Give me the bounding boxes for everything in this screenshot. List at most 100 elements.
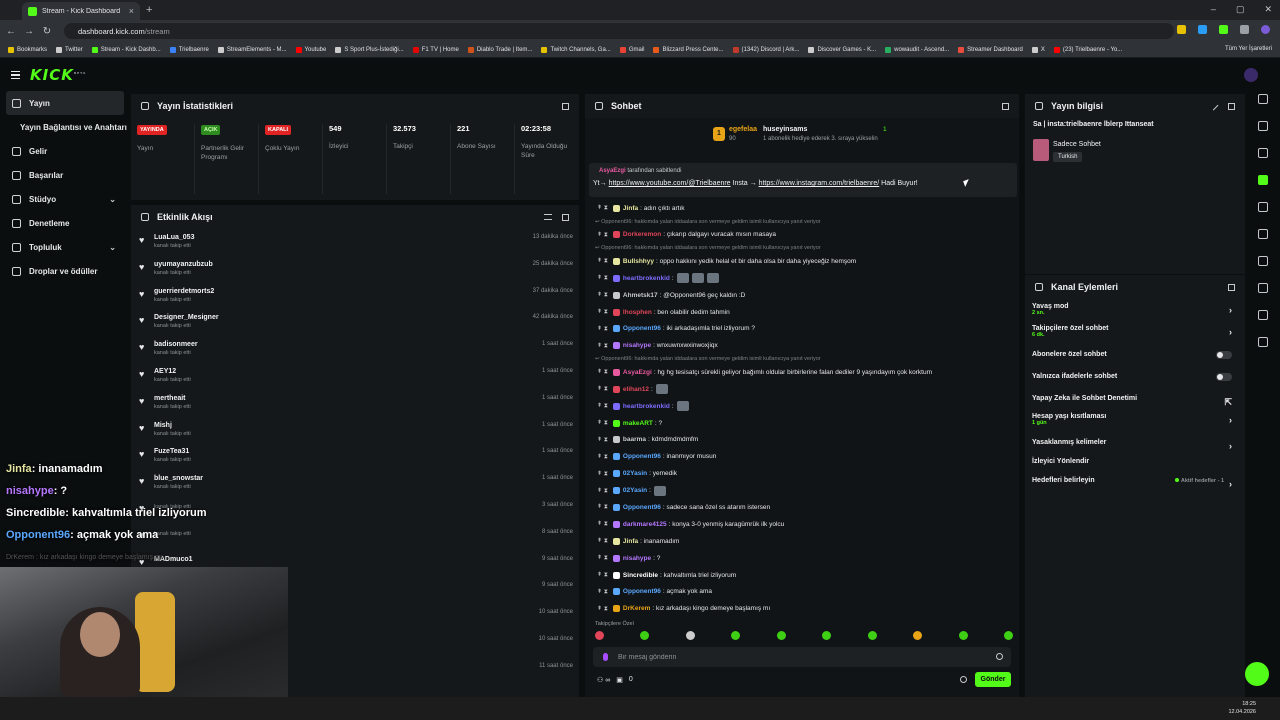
chevron-right-icon[interactable]: ›: [1229, 479, 1232, 489]
bookmark[interactable]: (23) Trielbaenre - Yo...: [1053, 46, 1122, 53]
bookmark[interactable]: (1342) Discord | Ark...: [732, 46, 799, 53]
user-avatar[interactable]: [1244, 68, 1258, 82]
mod-tools-icon[interactable]: ⇞ ⧗: [597, 520, 608, 528]
send-button[interactable]: Gönder: [975, 672, 1011, 687]
activity-username[interactable]: badisonmeer: [154, 341, 198, 348]
mod-tools-icon[interactable]: ⇞ ⧗: [597, 385, 608, 393]
browser-tab[interactable]: Stream - Kick Dashboard ×: [22, 2, 140, 20]
mod-tools-icon[interactable]: ⇞ ⧗: [597, 554, 608, 562]
mod-tools-icon[interactable]: ⇞ ⧗: [597, 308, 608, 316]
popout-icon[interactable]: [562, 102, 569, 110]
channel-action[interactable]: Yasaklanmış kelimeler ›: [1032, 439, 1238, 451]
sidebar-item[interactable]: Başarılar: [0, 163, 130, 187]
activity-username[interactable]: mertheait: [154, 395, 191, 402]
chat-icon[interactable]: [1258, 229, 1268, 239]
bookmark[interactable]: Blizzard Press Cente...: [653, 46, 724, 53]
menu-icon[interactable]: [11, 69, 20, 82]
chat-username[interactable]: heartbrokenkid: [623, 275, 670, 282]
profile-icon[interactable]: [1261, 25, 1270, 34]
popout-icon[interactable]: [1002, 102, 1009, 110]
minimize-icon[interactable]: –: [1211, 4, 1216, 15]
puzzle-icon[interactable]: [1240, 25, 1249, 34]
toggle-switch[interactable]: [1216, 351, 1232, 359]
sidebar-item[interactable]: Droplar ve ödüller: [0, 259, 130, 283]
bookmark[interactable]: Streamer Dashboard: [958, 46, 1023, 53]
chat-username[interactable]: Sincredible: [623, 572, 658, 579]
activity-username[interactable]: LuaLua_053: [154, 234, 194, 241]
chat-username[interactable]: baarma: [623, 436, 646, 443]
bookmark[interactable]: Gmail: [619, 46, 644, 53]
chat-username[interactable]: AsyaEzgi: [623, 369, 652, 376]
mod-tools-icon[interactable]: ⇞ ⧗: [597, 487, 608, 495]
mod-tools-icon[interactable]: ⇞ ⧗: [597, 291, 608, 299]
camera-icon[interactable]: [1258, 148, 1268, 158]
popout-icon[interactable]: [1228, 283, 1235, 291]
emote-icon[interactable]: [640, 631, 650, 640]
reload-icon[interactable]: ↻: [40, 26, 54, 37]
channel-action[interactable]: Hesap yaşı kısıtlaması 1 gün ›: [1032, 413, 1238, 426]
bookmark[interactable]: F1 TV | Home: [412, 46, 459, 53]
chat-username[interactable]: Opponent96: [623, 325, 661, 332]
pinned-link[interactable]: https://www.youtube.com/@Trielbaenre: [609, 180, 731, 187]
nodes-icon[interactable]: [1258, 337, 1268, 347]
emote-icon[interactable]: [595, 631, 604, 640]
chat-username[interactable]: Jinfa: [623, 205, 638, 212]
extension-icon[interactable]: [1219, 25, 1228, 34]
extension-icon[interactable]: [1198, 25, 1207, 34]
mod-tools-icon[interactable]: ⇞ ⧗: [597, 588, 608, 596]
channel-action[interactable]: Hedefleri belirleyin › Aktif hedefler - 1: [1032, 477, 1238, 489]
filter-icon[interactable]: [544, 214, 552, 220]
chat-username[interactable]: Bullshhyy: [623, 258, 654, 265]
sidebar-item[interactable]: Stüdyo ⌄: [0, 187, 130, 211]
channel-action[interactable]: Yapay Zeka ile Sohbet Denetimi ⇱: [1032, 395, 1238, 407]
chat-username[interactable]: nisahype: [623, 342, 651, 349]
chat-username[interactable]: Jinfa: [623, 538, 638, 545]
chat-username[interactable]: Opponent96: [623, 504, 661, 511]
emote-icon[interactable]: [913, 631, 923, 640]
mod-tools-icon[interactable]: ⇞ ⧗: [597, 231, 608, 239]
mod-tools-icon[interactable]: ⇞ ⧗: [597, 419, 608, 427]
bookmark[interactable]: Diablo Trade | Item...: [467, 46, 532, 53]
pinned-message[interactable]: AsyaEzgi tarafından sabitlendi Yt→ https…: [589, 163, 1017, 197]
channel-action[interactable]: Takipçilere özel sohbet 6 dk. ›: [1032, 325, 1238, 338]
chat-username[interactable]: DrKerem: [623, 605, 650, 612]
activity-username[interactable]: uyumayanzubzub: [154, 261, 213, 268]
chat-username[interactable]: elihan12: [623, 386, 649, 393]
gift-leaderboard[interactable]: 1 egefelaa 90 huseyinsams 1 1 abonelik h…: [585, 120, 1019, 150]
mod-tools-icon[interactable]: ⇞ ⧗: [597, 204, 608, 212]
mod-tools-icon[interactable]: ⇞ ⧗: [597, 436, 608, 444]
toggle-switch[interactable]: [1216, 373, 1232, 381]
chat-username[interactable]: nisahype: [623, 555, 651, 562]
link-icon[interactable]: [1258, 256, 1268, 266]
points-icon[interactable]: ▣: [616, 676, 623, 684]
external-link-icon[interactable]: ⇱: [1224, 397, 1232, 408]
maximize-icon[interactable]: ▢: [1236, 4, 1245, 15]
url-field[interactable]: dashboard.kick.com/stream: [64, 23, 1174, 39]
bookmark[interactable]: Twitter: [56, 46, 83, 53]
list-icon[interactable]: [1258, 283, 1268, 293]
forward-icon[interactable]: →: [22, 26, 36, 37]
channel-action[interactable]: İzleyici Yönlendir: [1032, 458, 1238, 465]
emote-icon[interactable]: [822, 631, 832, 640]
activity-username[interactable]: AEY12: [154, 368, 191, 375]
bookmark[interactable]: Youtube: [295, 46, 326, 53]
device-icon[interactable]: [1258, 202, 1268, 212]
wrench-icon[interactable]: [1258, 310, 1268, 320]
bookmark[interactable]: Discover Games - K...: [808, 46, 876, 53]
info-icon[interactable]: [1258, 94, 1268, 104]
emote-icon[interactable]: [958, 631, 968, 640]
chevron-right-icon[interactable]: ›: [1229, 327, 1232, 337]
popout-icon[interactable]: [1228, 102, 1235, 110]
sidebar-item[interactable]: Denetleme: [0, 211, 130, 235]
chat-username[interactable]: heartbrokenkid: [623, 403, 670, 410]
channel-action[interactable]: Yalnızca ifadelerle sohbet: [1032, 373, 1238, 381]
bookmark[interactable]: Bookmarks: [8, 46, 47, 53]
mod-tools-icon[interactable]: ⇞ ⧗: [597, 453, 608, 461]
bookmark[interactable]: StreamElements - M...: [217, 46, 287, 53]
support-chat-button[interactable]: [1245, 662, 1269, 686]
bookmark[interactable]: Twitch Channels, Ga...: [541, 46, 611, 53]
sidebar-item[interactable]: Topluluk ⌄: [0, 235, 130, 259]
emote-icon[interactable]: [867, 631, 877, 640]
chevron-right-icon[interactable]: ›: [1229, 441, 1232, 451]
activity-username[interactable]: Designer_Mesigner: [154, 314, 219, 321]
